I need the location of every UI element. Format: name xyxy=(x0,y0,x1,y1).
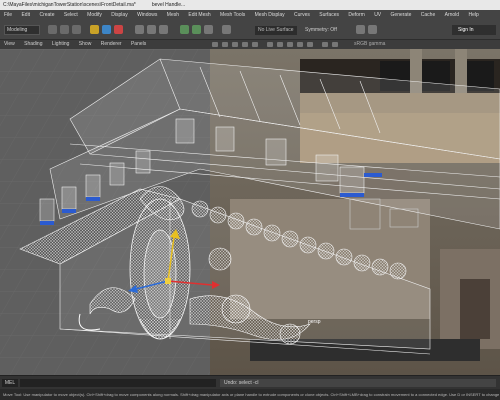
command-result: Undo: select -cl xyxy=(220,379,496,387)
menu-curves[interactable]: Curves xyxy=(290,10,314,20)
panel-menu-lighting[interactable]: Lighting xyxy=(48,40,74,49)
menu-mesh-display[interactable]: Mesh Display xyxy=(251,10,289,20)
xray-icon[interactable] xyxy=(322,42,328,47)
paint-icon[interactable] xyxy=(72,25,81,34)
menu-mesh[interactable]: Mesh xyxy=(163,10,183,20)
snap-grid-icon[interactable] xyxy=(135,25,144,34)
window-title-bar: C:\MayaFiles\michiganTowerStation\scenes… xyxy=(0,0,500,10)
menu-create[interactable]: Create xyxy=(35,10,58,20)
shadows-icon[interactable] xyxy=(307,42,313,47)
menu-file[interactable]: File xyxy=(0,10,16,20)
snap-curve-icon[interactable] xyxy=(147,25,156,34)
ipr-render-icon[interactable] xyxy=(192,25,201,34)
menu-surfaces[interactable]: Surfaces xyxy=(315,10,343,20)
smooth-shade-icon[interactable] xyxy=(277,42,283,47)
menu-cache[interactable]: Cache xyxy=(417,10,439,20)
lights-icon[interactable] xyxy=(297,42,303,47)
rotate-icon[interactable] xyxy=(102,25,111,34)
panel-menu-view[interactable]: View xyxy=(0,40,19,49)
toggle-sidebar-icon[interactable] xyxy=(356,25,365,34)
snap-point-icon[interactable] xyxy=(159,25,168,34)
textured-icon[interactable] xyxy=(287,42,293,47)
menu-mesh-tools[interactable]: Mesh Tools xyxy=(216,10,249,20)
image-plane-icon[interactable] xyxy=(242,42,248,47)
camera-label: persp xyxy=(308,319,321,325)
color-management-field[interactable]: sRGB gamma xyxy=(354,40,385,49)
menu-modify[interactable]: Modify xyxy=(83,10,106,20)
status-line: Modeling No Live Surface Symmetry: Off S… xyxy=(0,20,500,40)
perspective-viewport[interactable]: persp xyxy=(0,49,500,375)
lasso-icon[interactable] xyxy=(60,25,69,34)
viewport-toolbar: sRGB gamma xyxy=(92,40,472,49)
menu-windows[interactable]: Windows xyxy=(133,10,161,20)
select-icon[interactable] xyxy=(48,25,57,34)
menu-uv[interactable]: UV xyxy=(370,10,385,20)
wireframe-icon[interactable] xyxy=(267,42,273,47)
window-title-tab[interactable]: bevel Handle... xyxy=(152,2,185,8)
isolate-select-icon[interactable] xyxy=(332,42,338,47)
viewport-scene[interactable] xyxy=(0,49,500,375)
menu-edit-mesh[interactable]: Edit Mesh xyxy=(184,10,214,20)
menu-edit[interactable]: Edit xyxy=(17,10,34,20)
scale-icon[interactable] xyxy=(114,25,123,34)
sign-in-button[interactable]: Sign In xyxy=(452,25,496,35)
command-input[interactable] xyxy=(20,379,216,387)
attribute-editor-icon[interactable] xyxy=(368,25,377,34)
hypershade-icon[interactable] xyxy=(222,25,231,34)
grid-toggle-icon[interactable] xyxy=(252,42,258,47)
render-icon[interactable] xyxy=(180,25,189,34)
menu-set-dropdown[interactable]: Modeling xyxy=(4,25,40,35)
camera-select-icon[interactable] xyxy=(212,42,218,47)
bookmark-icon[interactable] xyxy=(232,42,238,47)
panel-menu-shading[interactable]: Shading xyxy=(20,40,46,49)
camera-attributes-icon[interactable] xyxy=(222,42,228,47)
menu-display[interactable]: Display xyxy=(107,10,131,20)
render-settings-icon[interactable] xyxy=(204,25,213,34)
menu-deform[interactable]: Deform xyxy=(344,10,368,20)
window-title-path: C:\MayaFiles\michiganTowerStation\scenes… xyxy=(3,2,136,8)
symmetry-dropdown[interactable]: Symmetry: Off xyxy=(305,26,337,35)
help-line: Move Tool: Use manipulator to move objec… xyxy=(0,389,500,400)
move-icon[interactable] xyxy=(90,25,99,34)
menu-help[interactable]: Help xyxy=(464,10,482,20)
mel-language-toggle[interactable]: MEL xyxy=(2,379,18,387)
main-menubar: File Edit Create Select Modify Display W… xyxy=(0,10,500,20)
live-surface-field[interactable]: No Live Surface xyxy=(255,26,297,35)
menu-arnold[interactable]: Arnold xyxy=(441,10,463,20)
menu-select[interactable]: Select xyxy=(60,10,82,20)
command-line: MEL Undo: select -cl xyxy=(0,375,500,389)
menu-generate[interactable]: Generate xyxy=(387,10,416,20)
